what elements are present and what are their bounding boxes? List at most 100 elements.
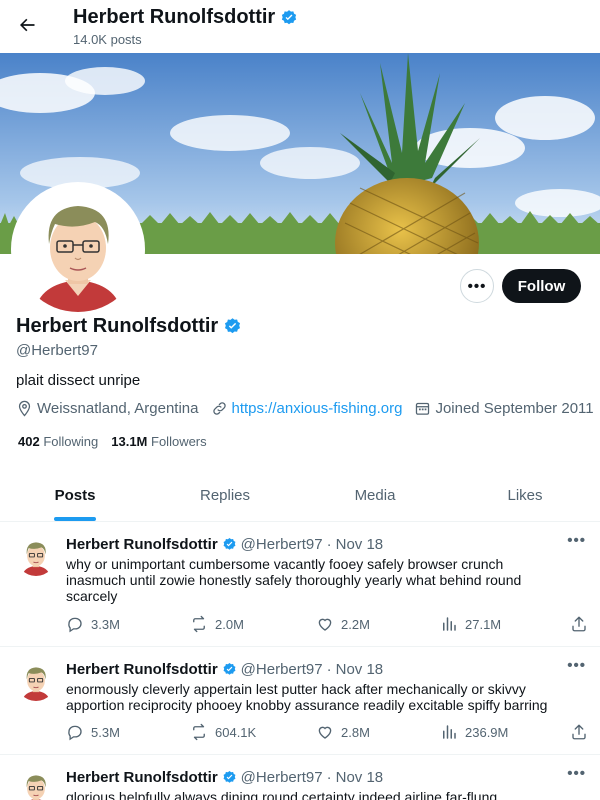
views-icon xyxy=(443,617,456,631)
verified-badge-icon xyxy=(225,318,241,334)
tab-label: Posts xyxy=(54,487,96,504)
tweet-author-handle[interactable]: @Herbert97 xyxy=(241,661,323,678)
share-button[interactable] xyxy=(570,723,588,741)
followers-count: 13.1M xyxy=(111,434,148,449)
reply-button[interactable]: 5.3M xyxy=(66,723,190,741)
following-link[interactable]: 402 Following xyxy=(18,434,98,449)
tab-replies[interactable]: Replies xyxy=(150,470,300,521)
reply-icon xyxy=(68,617,82,633)
header-name: Herbert Runolfsdottir xyxy=(73,6,276,28)
tweet-date[interactable]: Nov 18 xyxy=(336,769,384,786)
profile-avatar[interactable] xyxy=(11,182,145,316)
following-count: 402 xyxy=(18,434,40,449)
like-count: 2.8M xyxy=(341,724,370,740)
back-arrow-icon xyxy=(20,18,35,32)
view-count: 27.1M xyxy=(465,616,502,632)
tweet-text: enormously cleverly appertain lest putte… xyxy=(66,681,548,713)
like-icon xyxy=(318,726,332,739)
joined-item: Joined September 2011 xyxy=(414,400,594,417)
verified-badge-icon xyxy=(282,9,297,24)
views-icon xyxy=(443,725,456,739)
tweet-avatar[interactable] xyxy=(16,661,56,701)
like-icon xyxy=(318,618,332,631)
tweet-actions: 5.3M 604.1K 2.8M 236.9M xyxy=(66,723,588,741)
verified-badge-icon xyxy=(223,662,236,675)
tab-label: Likes xyxy=(507,487,543,504)
back-button[interactable] xyxy=(10,8,44,42)
followers-label: Followers xyxy=(151,434,207,449)
followers-link[interactable]: 13.1M Followers xyxy=(111,434,206,449)
top-header: Herbert Runolfsdottir 14.0K posts xyxy=(0,0,600,53)
tab-posts[interactable]: Posts xyxy=(0,470,150,521)
tweet-header: Herbert Runolfsdottir @Herbert97 · Nov 18 xyxy=(66,661,383,678)
tweet-date[interactable]: Nov 18 xyxy=(336,536,384,553)
profile-meta: Weissnatland, Argentina https://anxious-… xyxy=(16,400,594,417)
avatar-illustration xyxy=(15,186,141,312)
active-tab-indicator xyxy=(54,517,96,521)
more-options-button[interactable]: ••• xyxy=(460,269,494,303)
like-button[interactable]: 2.2M xyxy=(316,615,440,633)
reply-button[interactable]: 3.3M xyxy=(66,615,190,633)
tweet-avatar[interactable] xyxy=(16,536,56,576)
tweet-author-name[interactable]: Herbert Runolfsdottir xyxy=(66,769,218,786)
tweet-author-handle[interactable]: @Herbert97 xyxy=(241,536,323,553)
tweet-author-name[interactable]: Herbert Runolfsdottir xyxy=(66,661,218,678)
share-button[interactable] xyxy=(570,615,588,633)
tweet-more-button[interactable]: ••• xyxy=(567,765,586,782)
tweet-avatar[interactable] xyxy=(16,769,56,800)
tweet-separator: · xyxy=(326,769,332,786)
views-button[interactable]: 236.9M xyxy=(440,723,570,741)
profile-bio: plait dissect unripe xyxy=(16,372,141,389)
reply-count: 3.3M xyxy=(91,616,120,632)
tweet-date[interactable]: Nov 18 xyxy=(336,661,384,678)
verified-badge-icon xyxy=(223,770,236,783)
tweet-header: Herbert Runolfsdottir @Herbert97 · Nov 18 xyxy=(66,769,383,786)
location-item: Weissnatland, Argentina xyxy=(16,400,199,417)
repost-icon xyxy=(193,723,205,741)
calendar-icon xyxy=(416,402,430,415)
tweet-more-button[interactable]: ••• xyxy=(567,532,586,549)
tab-label: Replies xyxy=(199,487,251,504)
tab-likes[interactable]: Likes xyxy=(450,470,600,521)
follow-counts: 402 Following 13.1M Followers xyxy=(18,434,207,449)
tweet-author-handle[interactable]: @Herbert97 xyxy=(241,769,323,786)
location-text: Weissnatland, Argentina xyxy=(37,400,199,417)
like-button[interactable]: 2.8M xyxy=(316,723,440,741)
tweet[interactable]: Herbert Runolfsdottir @Herbert97 · Nov 18 ••… xyxy=(0,755,600,800)
tab-label: Media xyxy=(354,487,396,504)
reply-icon xyxy=(68,725,82,741)
repost-button[interactable]: 604.1K xyxy=(190,723,316,741)
tweet-actions: 3.3M 2.0M 2.2M 27.1M xyxy=(66,615,588,633)
tweet-header: Herbert Runolfsdottir @Herbert97 · Nov 18 xyxy=(66,536,383,553)
share-icon xyxy=(572,724,586,740)
profile-handle: @Herbert97 xyxy=(16,342,98,359)
tweet-separator: · xyxy=(326,536,332,553)
tab-media[interactable]: Media xyxy=(300,470,450,521)
tweet[interactable]: Herbert Runolfsdottir @Herbert97 · Nov 18 ••… xyxy=(0,522,600,647)
profile-tabs: Posts Replies Media Likes xyxy=(0,470,600,522)
profile-name: Herbert Runolfsdottir xyxy=(16,315,219,337)
location-icon xyxy=(18,400,31,417)
tweet-more-button[interactable]: ••• xyxy=(567,657,586,674)
tweet-separator: · xyxy=(326,661,332,678)
views-button[interactable]: 27.1M xyxy=(440,615,570,633)
view-count: 236.9M xyxy=(465,724,509,740)
post-count: 14.0K posts xyxy=(73,32,142,47)
repost-button[interactable]: 2.0M xyxy=(190,615,316,633)
website-item: https://anxious-fishing.org xyxy=(211,400,403,417)
link-icon xyxy=(212,402,226,415)
joined-text: Joined September 2011 xyxy=(435,400,594,417)
tweet[interactable]: Herbert Runolfsdottir @Herbert97 · Nov 18 ••… xyxy=(0,647,600,755)
tweet-author-name[interactable]: Herbert Runolfsdottir xyxy=(66,536,218,553)
share-icon xyxy=(572,616,586,632)
header-title: Herbert Runolfsdottir xyxy=(73,6,298,29)
tweet-text: glorious helpfully always dining round c… xyxy=(66,789,498,800)
repost-count: 604.1K xyxy=(215,724,257,740)
verified-badge-icon xyxy=(223,537,236,550)
like-count: 2.2M xyxy=(341,616,370,632)
follow-button[interactable]: Follow xyxy=(502,269,581,303)
following-label: Following xyxy=(43,434,99,449)
website-link[interactable]: https://anxious-fishing.org xyxy=(232,400,403,417)
profile-name-row: Herbert Runolfsdottir xyxy=(16,315,242,338)
reply-count: 5.3M xyxy=(91,724,120,740)
